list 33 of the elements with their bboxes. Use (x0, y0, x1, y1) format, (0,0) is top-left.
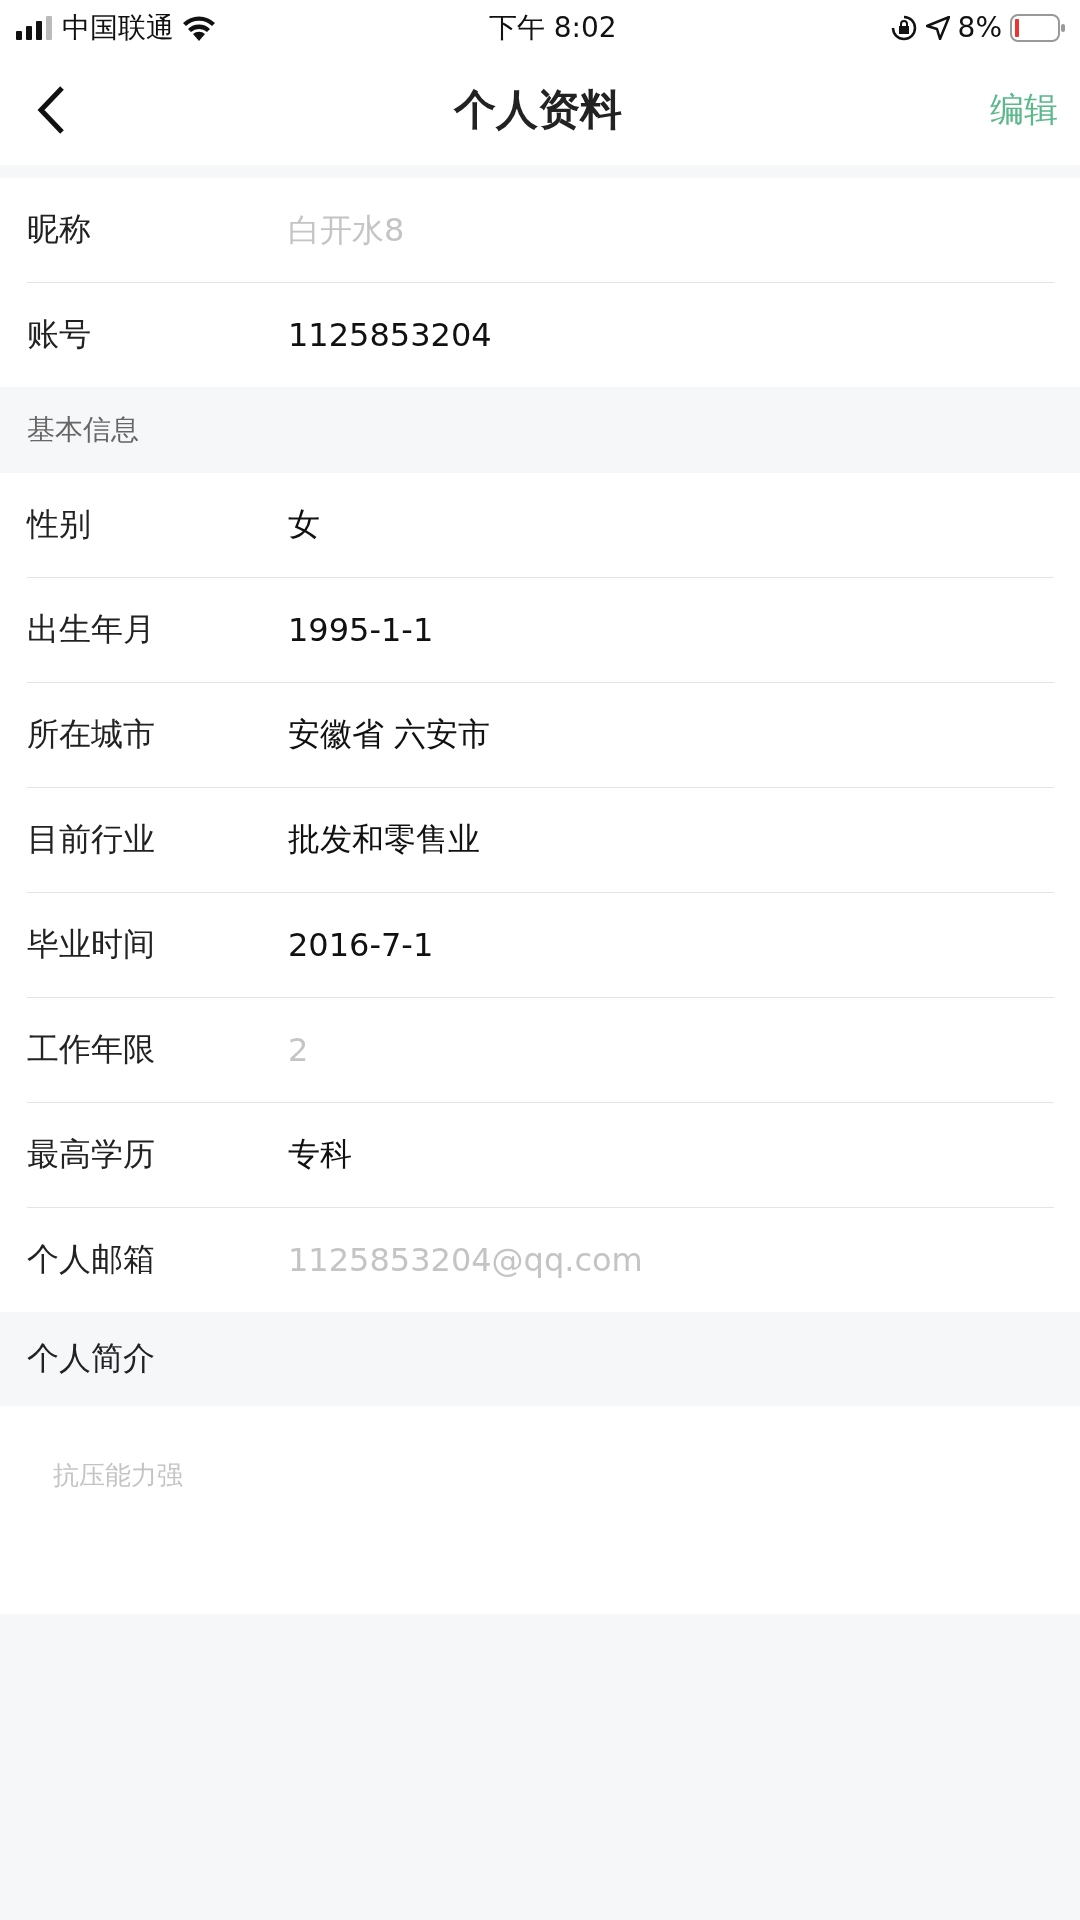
text-input[interactable]: 2 (288, 1031, 1054, 1069)
battery-percent: 8% (957, 11, 1002, 44)
rotation-lock-icon (889, 13, 918, 42)
field-label: 性别 (27, 504, 92, 545)
battery-icon (1010, 13, 1066, 42)
field-value: 1125853204 (288, 316, 492, 354)
intro-field[interactable]: 抗压能力强 (53, 1458, 453, 1498)
field-value: 批发和零售业 (288, 819, 480, 860)
field-value: 专科 (288, 1134, 352, 1175)
text-input[interactable]: 白开水8 (288, 211, 1054, 249)
location-icon (925, 15, 950, 40)
signal-icon (16, 15, 54, 40)
field-label: 昵称 (27, 209, 92, 250)
field-label: 所在城市 (27, 714, 156, 755)
edit-button[interactable]: 编辑 (990, 87, 1058, 133)
field-label: 个人邮箱 (27, 1239, 156, 1280)
page-title: 个人资料 (454, 84, 622, 136)
field-label: 账号 (27, 314, 92, 355)
field-value: 女 (288, 504, 320, 545)
field-label: 目前行业 (27, 819, 156, 860)
wifi-icon (182, 14, 216, 41)
text-input[interactable]: 1125853204@qq.com (288, 1241, 1054, 1279)
section-header: 个人简介 (26, 1338, 156, 1379)
field-value: 1995-1-1 (288, 611, 434, 649)
status-time: 下午 8:02 (488, 9, 617, 46)
carrier-name: 中国联通 (62, 9, 174, 46)
field-label: 工作年限 (27, 1029, 156, 1070)
field-value: 2016-7-1 (288, 926, 434, 964)
field-label: 出生年月 (27, 609, 156, 650)
section-header: 基本信息 (26, 412, 140, 448)
field-label: 毕业时间 (27, 924, 156, 965)
field-label: 最高学历 (27, 1134, 156, 1175)
field-value: 安徽省 六安市 (288, 714, 491, 755)
